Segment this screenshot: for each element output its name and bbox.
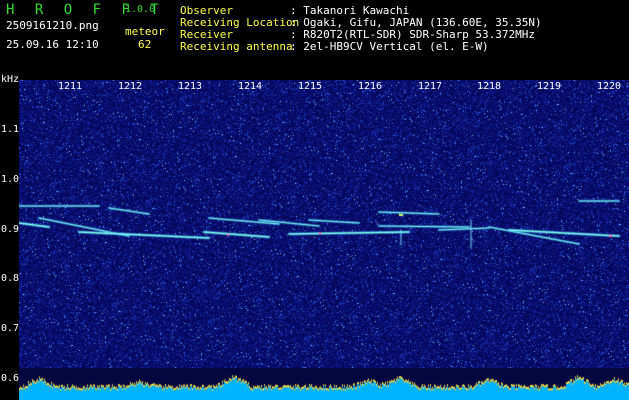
x-tick-label: 1217 xyxy=(418,81,443,92)
signal-level-meter xyxy=(19,368,629,400)
signal-level-panel xyxy=(19,368,629,400)
meteor-count: 62 xyxy=(138,38,152,51)
waterfall-plot xyxy=(19,80,629,368)
x-tick-label: 1220 xyxy=(597,81,622,92)
x-tick-label: 1216 xyxy=(358,81,383,92)
y-tick-label: 0.9 xyxy=(1,224,20,235)
antenna-value: : 2el-HB9CV Vertical (el. E-W) xyxy=(290,40,489,53)
x-tick-label: 1214 xyxy=(238,81,263,92)
antenna-label: Receiving antenna xyxy=(180,40,293,53)
y-axis-unit: kHz xyxy=(1,74,20,85)
x-tick-label: 1213 xyxy=(178,81,203,92)
y-tick-label: 1.0 xyxy=(1,174,20,185)
x-tick-label: 1218 xyxy=(477,81,502,92)
x-tick-label: 1219 xyxy=(537,81,562,92)
y-tick-label: 0.6 xyxy=(1,373,20,384)
y-tick-label: 0.7 xyxy=(1,323,20,334)
x-tick-label: 1215 xyxy=(298,81,323,92)
y-tick-label: 0.8 xyxy=(1,273,20,284)
filename: 2509161210.png xyxy=(6,19,99,32)
y-tick-label: 1.1 xyxy=(1,124,20,135)
meteor-label: meteor xyxy=(125,25,165,38)
header-panel: H R O F F T 1.0.0 2509161210.png meteor … xyxy=(0,0,629,72)
datetime: 25.09.16 12:10 xyxy=(6,38,99,51)
x-tick-label: 1211 xyxy=(58,81,83,92)
app-version: 1.0.0 xyxy=(125,4,156,15)
x-tick-label: 1212 xyxy=(118,81,143,92)
waterfall-canvas xyxy=(19,80,629,368)
